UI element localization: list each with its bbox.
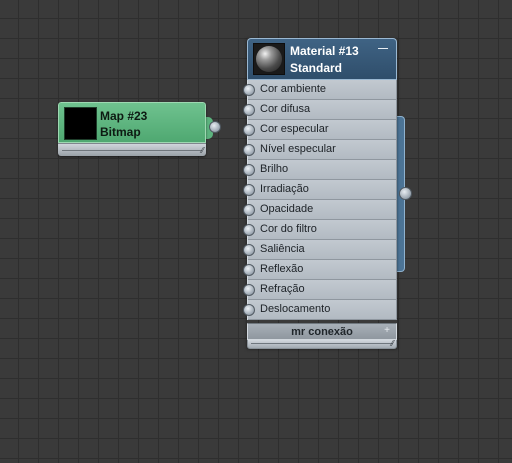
slot-label: Reflexão <box>260 263 304 275</box>
map-node-footer: ⁄⁄ <box>58 143 206 156</box>
plus-icon[interactable]: + <box>384 325 390 337</box>
material-node-header[interactable]: Material #13 Standard <box>247 38 397 80</box>
slot-reflection[interactable]: Reflexão <box>243 260 396 280</box>
material-node-footer: ⁄⁄ <box>247 340 397 349</box>
slot-ambient-color[interactable]: Cor ambiente <box>243 80 396 100</box>
input-socket[interactable] <box>243 224 255 236</box>
slot-diffuse-color[interactable]: Cor difusa <box>243 100 396 120</box>
slot-label: Opacidade <box>260 203 314 215</box>
footer-divider <box>251 343 393 344</box>
material-node-title: Material #13 <box>290 44 359 58</box>
mr-connection-label: mr conexão <box>291 326 353 338</box>
slot-label: Cor do filtro <box>260 223 317 235</box>
minus-icon[interactable] <box>378 44 388 52</box>
slot-bump[interactable]: Saliência <box>243 240 396 260</box>
mr-connection-rollout[interactable]: mr conexão + <box>247 323 397 340</box>
slot-glossiness[interactable]: Brilho <box>243 160 396 180</box>
slot-self-illumination[interactable]: Irradiação <box>243 180 396 200</box>
input-socket[interactable] <box>243 184 255 196</box>
material-slot-list: Cor ambiente Cor difusa Cor especular Ní… <box>243 80 397 320</box>
footer-divider <box>62 150 202 151</box>
input-socket[interactable] <box>243 244 255 256</box>
input-socket[interactable] <box>243 104 255 116</box>
resize-grip-icon[interactable]: ⁄⁄ <box>391 340 394 348</box>
map-node-title: Map #23 <box>100 109 148 123</box>
bitmap-thumbnail <box>64 107 97 140</box>
slot-filter-color[interactable]: Cor do filtro <box>243 220 396 240</box>
slot-opacity[interactable]: Opacidade <box>243 200 396 220</box>
resize-grip-icon[interactable]: ⁄⁄ <box>201 147 204 155</box>
input-socket[interactable] <box>243 304 255 316</box>
material-output-socket[interactable] <box>399 187 412 200</box>
slot-label: Cor especular <box>260 123 329 135</box>
slot-specular-level[interactable]: Nível especular <box>243 140 396 160</box>
slot-specular-color[interactable]: Cor especular <box>243 120 396 140</box>
input-socket[interactable] <box>243 124 255 136</box>
input-socket[interactable] <box>243 84 255 96</box>
material-sphere-icon <box>253 43 285 75</box>
map-node-type: Bitmap <box>100 125 141 139</box>
material-node[interactable]: Material #13 Standard Cor ambiente Cor d… <box>243 38 397 349</box>
slot-label: Saliência <box>260 243 305 255</box>
input-socket[interactable] <box>243 204 255 216</box>
slot-refraction[interactable]: Refração <box>243 280 396 300</box>
slot-label: Refração <box>260 283 305 295</box>
slot-label: Nível especular <box>260 143 336 155</box>
material-preview-ball <box>256 46 282 72</box>
input-socket[interactable] <box>243 264 255 276</box>
input-socket[interactable] <box>243 164 255 176</box>
map-output-socket[interactable] <box>209 121 221 133</box>
input-socket[interactable] <box>243 144 255 156</box>
input-socket[interactable] <box>243 284 255 296</box>
map-node[interactable]: Map #23 Bitmap ⁄⁄ <box>58 102 206 156</box>
slot-label: Deslocamento <box>260 303 331 315</box>
slot-displacement[interactable]: Deslocamento <box>243 300 396 320</box>
slot-label: Brilho <box>260 163 289 175</box>
slot-label: Irradiação <box>260 183 309 195</box>
slot-label: Cor difusa <box>260 103 311 115</box>
material-node-type: Standard <box>290 61 343 75</box>
map-node-header[interactable]: Map #23 Bitmap <box>58 102 206 143</box>
slot-label: Cor ambiente <box>260 83 327 95</box>
